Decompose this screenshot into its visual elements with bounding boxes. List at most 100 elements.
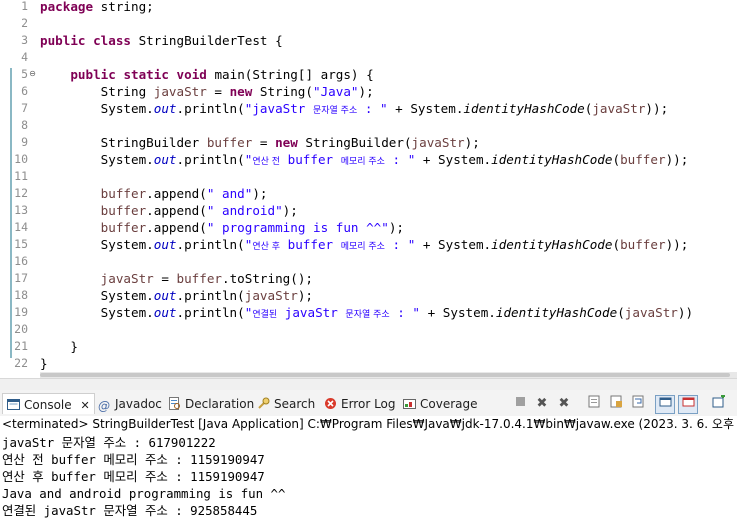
token-kw: new bbox=[275, 135, 298, 150]
token-text: ( bbox=[612, 152, 621, 167]
error-log-icon bbox=[325, 398, 336, 409]
token-text: ); bbox=[388, 220, 404, 235]
token-text: + System. bbox=[415, 152, 492, 167]
token-var: javaStr bbox=[153, 84, 207, 99]
code-line[interactable]: 1 package string; bbox=[0, 0, 737, 15]
code-line[interactable]: 9 StringBuilder buffer = new StringBuild… bbox=[0, 134, 737, 151]
code-line[interactable]: 6 String javaStr = new String("Java"); bbox=[0, 83, 737, 100]
token-mth: identityHashCode bbox=[463, 101, 585, 116]
code-line[interactable]: 14 buffer.append(" programming is fun ^^… bbox=[0, 219, 737, 236]
close-icon[interactable]: ✕ bbox=[80, 399, 89, 412]
token-text: ); bbox=[282, 203, 298, 218]
token-fld: out bbox=[153, 288, 177, 303]
token-text: ); bbox=[464, 135, 480, 150]
tab-declaration[interactable]: Declaration bbox=[168, 395, 254, 413]
scroll-lock-icon[interactable] bbox=[607, 395, 625, 412]
tab-label: Search bbox=[274, 397, 316, 411]
line-number: 8 bbox=[21, 118, 28, 132]
token-text: + System. bbox=[415, 237, 492, 252]
tab-label: Console bbox=[24, 398, 72, 412]
remove-all-terminated-icon[interactable]: ✖ bbox=[555, 395, 573, 412]
word-wrap-icon[interactable] bbox=[629, 395, 647, 412]
line-number: 10 bbox=[14, 152, 28, 166]
terminate-icon[interactable] bbox=[511, 395, 529, 412]
code-line[interactable]: 7 System.out.println("javaStr 문자열 주소 : "… bbox=[0, 100, 737, 117]
token-var: buffer bbox=[100, 186, 147, 201]
code-line[interactable]: 2 bbox=[0, 15, 737, 32]
token-kw: class bbox=[93, 33, 132, 48]
tab-error-log[interactable]: Error Log bbox=[324, 395, 396, 413]
code-line[interactable]: 18 System.out.println(javaStr); bbox=[0, 287, 737, 304]
tab-console[interactable]: Console ✕ bbox=[2, 393, 95, 414]
code-editor[interactable]: 1 package string; 2 3 public class StringBui… bbox=[0, 0, 737, 378]
code-text: System.out.println(javaStr); bbox=[40, 287, 313, 304]
code-line[interactable]: 13 buffer.append(" android"); bbox=[0, 202, 737, 219]
line-number: 3 bbox=[21, 33, 28, 47]
code-line[interactable]: 16 bbox=[0, 253, 737, 270]
token-kw: static bbox=[123, 67, 169, 82]
line-number: 11 bbox=[14, 169, 28, 183]
clear-console-icon[interactable] bbox=[585, 395, 603, 412]
token-kw: public bbox=[70, 67, 116, 82]
console-icon bbox=[7, 399, 20, 410]
token-string: 연산 후 bbox=[252, 242, 281, 252]
tab-label: Declaration bbox=[185, 397, 255, 411]
token-str: : " bbox=[384, 152, 416, 167]
console-output[interactable]: <terminated> StringBuilderTest [Java App… bbox=[0, 416, 737, 519]
code-line[interactable]: 17 javaStr = buffer.toString(); bbox=[0, 270, 737, 287]
tab-coverage[interactable]: Coverage bbox=[403, 395, 478, 413]
tab-search[interactable]: Search bbox=[257, 395, 315, 413]
code-line[interactable]: 8 bbox=[0, 117, 737, 134]
code-line[interactable]: 3 public class StringBuilderTest { bbox=[0, 32, 737, 49]
tab-label: Javadoc bbox=[115, 397, 162, 411]
token-string: 연결된 bbox=[252, 310, 278, 320]
console-line: 연산 전 buffer 메모리 주소 : 1159190947 bbox=[2, 452, 265, 467]
code-line[interactable]: 15 System.out.println("연산 후 buffer 메모리 주… bbox=[0, 236, 737, 253]
line-number: 2 bbox=[21, 16, 28, 30]
display-selected-console-icon[interactable] bbox=[678, 395, 698, 414]
token-text: .println( bbox=[176, 101, 245, 116]
code-text: StringBuilder buffer = new StringBuilder… bbox=[40, 134, 480, 151]
console-status: <terminated> StringBuilderTest [Java App… bbox=[2, 417, 737, 431]
line-number: 12 bbox=[14, 186, 28, 200]
line-number: 19 bbox=[14, 305, 28, 319]
token-kw: new bbox=[229, 84, 253, 99]
open-console-icon[interactable] bbox=[710, 394, 728, 412]
tab-javadoc[interactable]: @ Javadoc bbox=[98, 395, 162, 413]
line-number: 6 bbox=[21, 84, 28, 98]
token-text: = bbox=[252, 135, 276, 150]
code-line[interactable]: 21 } bbox=[0, 338, 737, 355]
code-line[interactable]: 5 ⊖ public static void main(String[] args… bbox=[0, 66, 737, 83]
token-var: buffer bbox=[620, 237, 666, 252]
token-var: javaStr bbox=[100, 271, 154, 286]
code-line[interactable]: 4 bbox=[0, 49, 737, 66]
token-text: } bbox=[40, 356, 48, 371]
token-text: .println( bbox=[176, 288, 245, 303]
code-text: javaStr = buffer.toString(); bbox=[40, 270, 313, 287]
scrollbar-thumb[interactable] bbox=[40, 373, 730, 377]
token-str: " android" bbox=[206, 203, 283, 218]
line-number: 13 bbox=[14, 203, 28, 217]
line-number: 17 bbox=[14, 271, 28, 285]
code-line[interactable]: 12 buffer.append(" and"); bbox=[0, 185, 737, 202]
token-text: .append( bbox=[146, 203, 207, 218]
code-line[interactable]: 19 System.out.println("연결된 javaStr 문자열 주… bbox=[0, 304, 737, 321]
code-text: public static void main(String[] args) { bbox=[40, 66, 373, 83]
code-line[interactable]: 22} bbox=[0, 355, 737, 372]
token-text: ); bbox=[297, 288, 313, 303]
pin-console-icon[interactable] bbox=[655, 395, 675, 414]
token-fld: out bbox=[153, 101, 177, 116]
token-text: )) bbox=[677, 305, 694, 320]
line-number: 16 bbox=[14, 254, 28, 268]
line-number: 21 bbox=[14, 339, 28, 353]
code-line[interactable]: 20 bbox=[0, 321, 737, 338]
remove-launch-icon[interactable]: ✖ bbox=[533, 395, 551, 412]
token-string: 문자열 주소 bbox=[345, 310, 390, 320]
token-str: "javaStr bbox=[244, 101, 313, 116]
code-line[interactable]: 11 bbox=[0, 168, 737, 185]
token-var: buffer bbox=[620, 152, 666, 167]
line-number: 7 bbox=[21, 101, 28, 115]
code-line[interactable]: 10 System.out.println("연산 전 buffer 메모리 주… bbox=[0, 151, 737, 168]
token-var: javaStr bbox=[624, 305, 678, 320]
fold-collapse-icon[interactable]: ⊖ bbox=[28, 69, 37, 78]
